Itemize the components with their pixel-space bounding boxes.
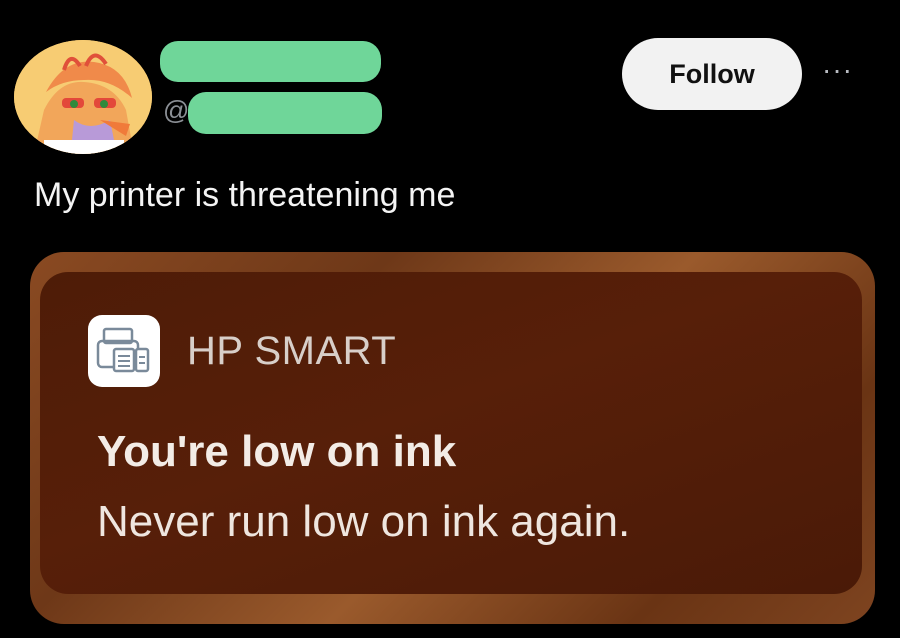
- handle-prefix: @: [163, 95, 190, 125]
- follow-button[interactable]: Follow: [622, 38, 802, 110]
- more-icon[interactable]: ···: [822, 56, 853, 84]
- notification-body: Never run low on ink again.: [97, 497, 631, 546]
- post-text: My printer is threatening me: [34, 176, 456, 214]
- redacted-handle: [188, 92, 382, 134]
- avatar[interactable]: [14, 40, 152, 154]
- notification-title: You're low on ink: [97, 427, 457, 476]
- printer-icon: [88, 315, 160, 387]
- redacted-display-name: [160, 41, 381, 82]
- notification-app-name: HP SMART: [187, 329, 397, 373]
- avatar-illustration: [14, 40, 152, 154]
